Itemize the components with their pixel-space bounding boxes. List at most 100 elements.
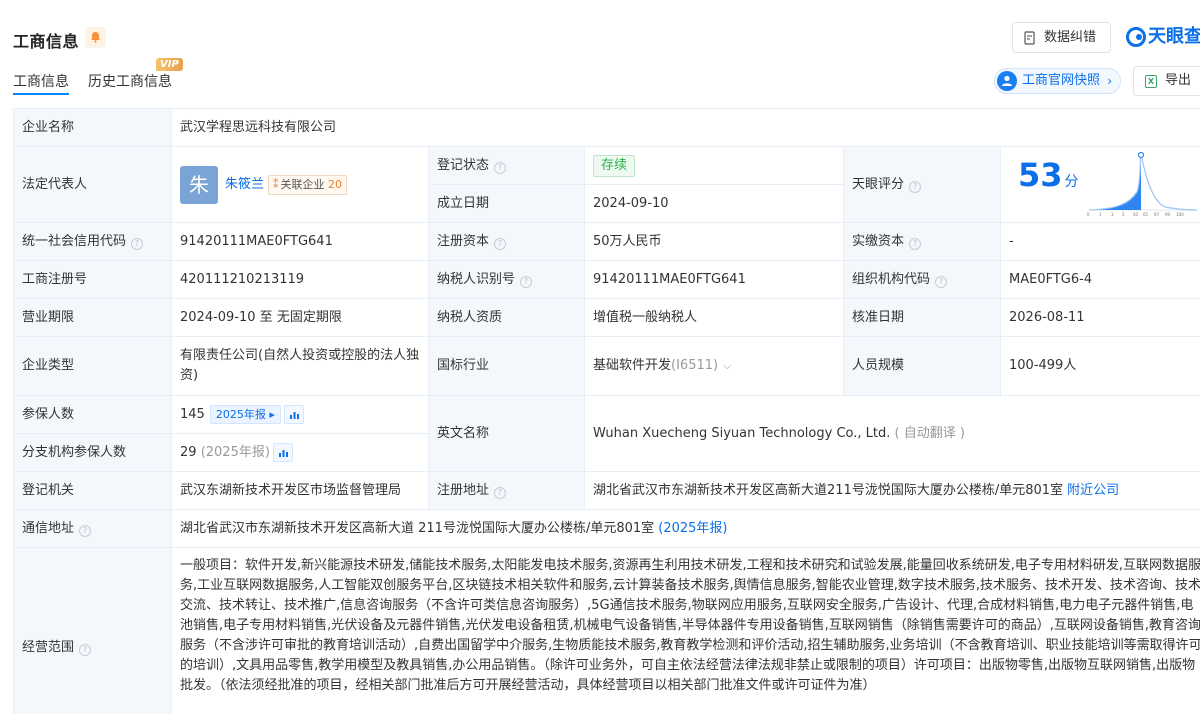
value-tianyan-score[interactable]: 53 分 0 1 3 5 50 65 97 99 100: [999, 146, 1200, 223]
official-snapshot-button[interactable]: 工商官网快照 ›: [994, 68, 1121, 94]
export-label: 导出: [1165, 73, 1192, 88]
related-companies-badge[interactable]: ⁑ 关联企业 20: [268, 174, 348, 195]
label-reg-status: 登记状态?: [428, 146, 585, 185]
document-edit-icon: [1024, 31, 1035, 45]
chevron-right-icon: ›: [1107, 74, 1112, 88]
annual-report-link[interactable]: (2025年报): [658, 521, 727, 536]
industry-name: 基础软件开发: [593, 358, 672, 373]
table-row: 法定代表人 朱朱筱兰 ⁑ 关联企业 20 登记状态? 存续 天眼评分? 53 分 01…: [13, 146, 1200, 223]
table-row: 营业期限 2024-09-10 至 无固定期限 纳税人资质 增值税一般纳税人 核…: [13, 298, 1200, 337]
help-icon[interactable]: ?: [79, 643, 92, 656]
help-icon[interactable]: ?: [909, 237, 922, 250]
english-name: Wuhan Xuecheng Siyuan Technology Co., Lt…: [593, 425, 891, 441]
label-reg-address: 注册地址?: [428, 471, 585, 510]
tab-history-info[interactable]: 历史工商信息: [88, 71, 172, 91]
label-company-name: 企业名称: [13, 108, 172, 147]
value-insured: 145 2025年报 ▸: [171, 395, 429, 434]
table-row: 登记机关 武汉东湖新技术开发区市场监督管理局 注册地址? 湖北省武汉市东湖新技术…: [13, 471, 1200, 510]
annual-report-badge[interactable]: 2025年报 ▸: [209, 404, 281, 424]
help-icon[interactable]: ?: [494, 237, 507, 250]
value-founded: 2024-09-10: [584, 184, 844, 223]
svg-text:5: 5: [1122, 212, 1125, 217]
label-authority: 登记机关: [13, 471, 172, 510]
value-industry[interactable]: 基础软件开发(I6511) ⌵: [584, 336, 844, 396]
nearby-companies-link[interactable]: 附近公司: [1067, 483, 1119, 498]
svg-text:97: 97: [1154, 212, 1160, 217]
export-button[interactable]: X 导出: [1133, 66, 1200, 96]
label-company-type: 企业类型: [13, 336, 172, 396]
value-uscc: 91420111MAE0FTG641: [171, 222, 429, 261]
label-text: 天眼评分: [852, 176, 905, 192]
value-authority: 武汉东湖新技术开发区市场监督管理局: [171, 471, 429, 510]
logo-icon: [1126, 27, 1146, 47]
table-row: 经营范围? 一般项目：软件开发,新兴能源技术研发,储能技术服务,太阳能发电技术服…: [13, 547, 1200, 714]
label-tianyan-score: 天眼评分?: [843, 146, 1001, 223]
label-taxpayer-id: 纳税人识别号?: [428, 260, 585, 299]
label-text: 注册资本: [437, 233, 490, 249]
table-row: 企业名称 武汉学程思远科技有限公司: [13, 108, 1200, 147]
tab-business-info[interactable]: 工商信息: [13, 71, 69, 91]
value-term: 2024-09-10 至 无固定期限: [171, 298, 429, 337]
value-taxpayer-id: 91420111MAE0FTG641: [584, 260, 844, 299]
help-icon[interactable]: ?: [79, 524, 92, 537]
svg-text:99: 99: [1165, 212, 1171, 217]
score-unit: 分: [1064, 174, 1079, 190]
label-mail-address: 通信地址?: [13, 509, 172, 548]
label-text: 登记状态: [437, 157, 490, 173]
table-row: 企业类型 有限责任公司(自然人投资或控股的法人独资) 国标行业 基础软件开发(I…: [13, 336, 1200, 396]
avatar[interactable]: 朱: [180, 165, 218, 204]
data-correction-button[interactable]: 数据纠错: [1012, 22, 1111, 53]
bell-icon[interactable]: [85, 27, 106, 48]
table-row: 通信地址? 湖北省武汉市东湖新技术开发区高新大道 211号泷悦国际大厦办公楼栋/…: [13, 509, 1200, 548]
value-reg-status: 存续: [584, 146, 844, 185]
related-count: 20: [328, 177, 343, 191]
value-company-name: 武汉学程思远科技有限公司: [170, 108, 1200, 147]
related-icon: ⁑: [273, 177, 279, 191]
label-english-name: 英文名称: [428, 395, 585, 472]
svg-text:100: 100: [1176, 212, 1184, 217]
svg-text:3: 3: [1111, 212, 1114, 217]
data-correction-label: 数据纠错: [1044, 30, 1097, 45]
label-text: 经营范围: [22, 639, 75, 655]
table-row: 工商注册号 420111210213119 纳税人识别号? 91420111MA…: [13, 260, 1200, 299]
header-bar: 工商信息 工商信息 历史工商信息 VIP 数据纠错 天眼查 工商官网快照 › X…: [0, 0, 1200, 108]
chart-icon[interactable]: [272, 442, 293, 462]
value-org-code: MAE0FTG6-4: [999, 260, 1200, 299]
help-icon[interactable]: ?: [909, 180, 922, 193]
help-icon[interactable]: ?: [494, 486, 507, 499]
label-reg-capital: 注册资本?: [428, 222, 585, 261]
help-icon[interactable]: ?: [131, 237, 144, 250]
legal-rep-name-link[interactable]: 朱筱兰: [225, 177, 264, 192]
value-reg-no: 420111210213119: [171, 260, 429, 299]
related-label: 关联企业: [280, 177, 325, 191]
label-org-code: 组织机构代码?: [843, 260, 1001, 299]
label-text: 通信地址: [22, 520, 75, 536]
value-staff: 100-499人: [999, 336, 1200, 396]
reg-address-text: 湖北省武汉市东湖新技术开发区高新大道211号泷悦国际大厦办公楼栋/单元801室: [593, 482, 1064, 498]
label-industry: 国标行业: [428, 336, 585, 396]
svg-text:65: 65: [1143, 212, 1149, 217]
label-uscc: 统一社会信用代码?: [13, 222, 172, 261]
industry-code: (I6511): [671, 358, 719, 373]
value-taxpayer-qual: 增值税一般纳税人: [584, 298, 844, 337]
label-staff: 人员规模: [843, 336, 1001, 396]
label-taxpayer-qual: 纳税人资质: [428, 298, 585, 337]
table-row: 参保人数 145 2025年报 ▸ 英文名称 Wuhan Xuecheng Siy…: [13, 395, 1200, 472]
snapshot-label: 工商官网快照: [1022, 73, 1101, 88]
score-display: 53 分: [1018, 159, 1079, 193]
excel-icon: X: [1145, 75, 1157, 88]
help-icon[interactable]: ?: [935, 275, 948, 288]
chevron-down-icon: ⌵: [723, 359, 732, 372]
label-approval-date: 核准日期: [843, 298, 1001, 337]
label-text: 实缴资本: [852, 233, 905, 249]
help-icon[interactable]: ?: [494, 161, 507, 174]
value-legal-rep: 朱朱筱兰 ⁑ 关联企业 20: [171, 146, 429, 223]
value-paid-capital: -: [999, 222, 1200, 261]
chart-icon[interactable]: [283, 404, 304, 424]
business-info-table: 企业名称 武汉学程思远科技有限公司 法定代表人 朱朱筱兰 ⁑ 关联企业 20 登记状…: [13, 108, 1200, 714]
badge-text: 2025年报: [215, 407, 266, 421]
table-row: 统一社会信用代码? 91420111MAE0FTG641 注册资本? 50万人民…: [13, 222, 1200, 261]
value-mail-address: 湖北省武汉市东湖新技术开发区高新大道 211号泷悦国际大厦办公楼栋/单元801室…: [170, 509, 1200, 548]
help-icon[interactable]: ?: [520, 275, 533, 288]
page-title: 工商信息: [13, 32, 80, 51]
